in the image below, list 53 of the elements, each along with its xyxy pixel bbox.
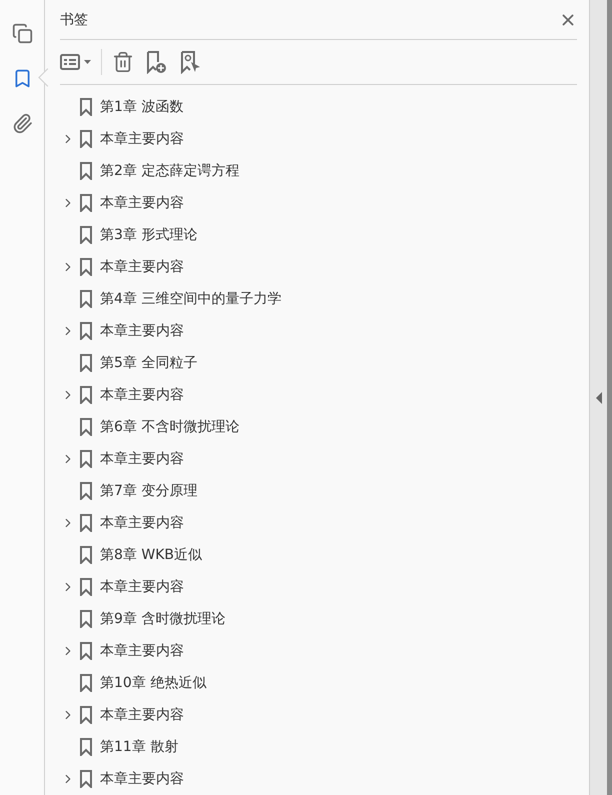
panel-title: 书签 — [60, 10, 88, 28]
new-bookmark-button[interactable] — [144, 50, 168, 74]
bookmark-item[interactable]: 本章主要内容 — [100, 770, 184, 788]
bookmark-icon — [80, 610, 92, 628]
bookmark-icon — [80, 482, 92, 500]
bookmark-item[interactable]: 第4章 三维空间中的量子力学 — [100, 290, 282, 308]
bookmark-icon — [80, 386, 92, 404]
pages-tab[interactable] — [10, 21, 34, 45]
bookmark-item[interactable]: 本章主要内容 — [100, 194, 184, 212]
bookmark-item[interactable]: 本章主要内容 — [100, 386, 184, 404]
collapse-panel-button[interactable] — [596, 392, 602, 404]
bookmark-item[interactable]: 第10章 绝热近似 — [100, 674, 206, 692]
bookmark-item[interactable]: 本章主要内容 — [100, 322, 184, 340]
bookmark-icon — [80, 194, 92, 212]
bookmark-icon — [80, 514, 92, 532]
bookmark-item[interactable]: 本章主要内容 — [100, 706, 184, 724]
bookmark-icon — [80, 450, 92, 468]
bookmark-item[interactable]: 本章主要内容 — [100, 130, 184, 148]
caret-icon — [84, 60, 91, 64]
bookmark-item[interactable]: 本章主要内容 — [100, 642, 184, 660]
bookmark-icon — [80, 226, 92, 244]
bookmark-icon — [80, 322, 92, 340]
delete-button[interactable] — [112, 51, 134, 73]
bookmark-icon — [80, 546, 92, 564]
bookmark-icon — [80, 738, 92, 756]
bookmark-item[interactable]: 第5章 全同粒子 — [100, 354, 198, 372]
bookmark-item[interactable]: 本章主要内容 — [100, 514, 184, 532]
bookmark-item[interactable]: 第11章 散射 — [100, 738, 178, 756]
bookmark-icon — [80, 770, 92, 788]
bookmark-item[interactable]: 第3章 形式理论 — [100, 226, 198, 244]
bookmark-icon — [80, 674, 92, 692]
bookmark-item[interactable]: 第6章 不含时微扰理论 — [100, 418, 240, 436]
bookmark-icon — [80, 578, 92, 596]
options-menu-button[interactable] — [60, 54, 91, 70]
bookmark-icon — [80, 258, 92, 276]
bookmark-item[interactable]: 本章主要内容 — [100, 578, 184, 596]
bookmark-item[interactable]: 第2章 定态薛定谔方程 — [100, 162, 240, 180]
list-icon — [60, 54, 80, 70]
bookmark-icon — [80, 642, 92, 660]
bookmark-icon — [80, 98, 92, 116]
bookmark-item[interactable]: 第8章 WKB近似 — [100, 546, 202, 564]
bookmark-item[interactable]: 第9章 含时微扰理论 — [100, 610, 226, 628]
bookmark-icon — [80, 130, 92, 148]
bookmark-item[interactable]: 本章主要内容 — [100, 450, 184, 468]
bookmark-search-button[interactable] — [178, 50, 202, 74]
bookmark-icon — [80, 162, 92, 180]
bookmark-icon — [80, 706, 92, 724]
bookmark-item[interactable]: 本章主要内容 — [100, 258, 184, 276]
bookmark-item[interactable]: 第1章 波函数 — [100, 98, 184, 116]
bookmark-item[interactable]: 第7章 变分原理 — [100, 482, 198, 500]
bookmark-icon — [80, 354, 92, 372]
bookmark-icon — [80, 418, 92, 436]
bookmark-icon — [80, 290, 92, 308]
